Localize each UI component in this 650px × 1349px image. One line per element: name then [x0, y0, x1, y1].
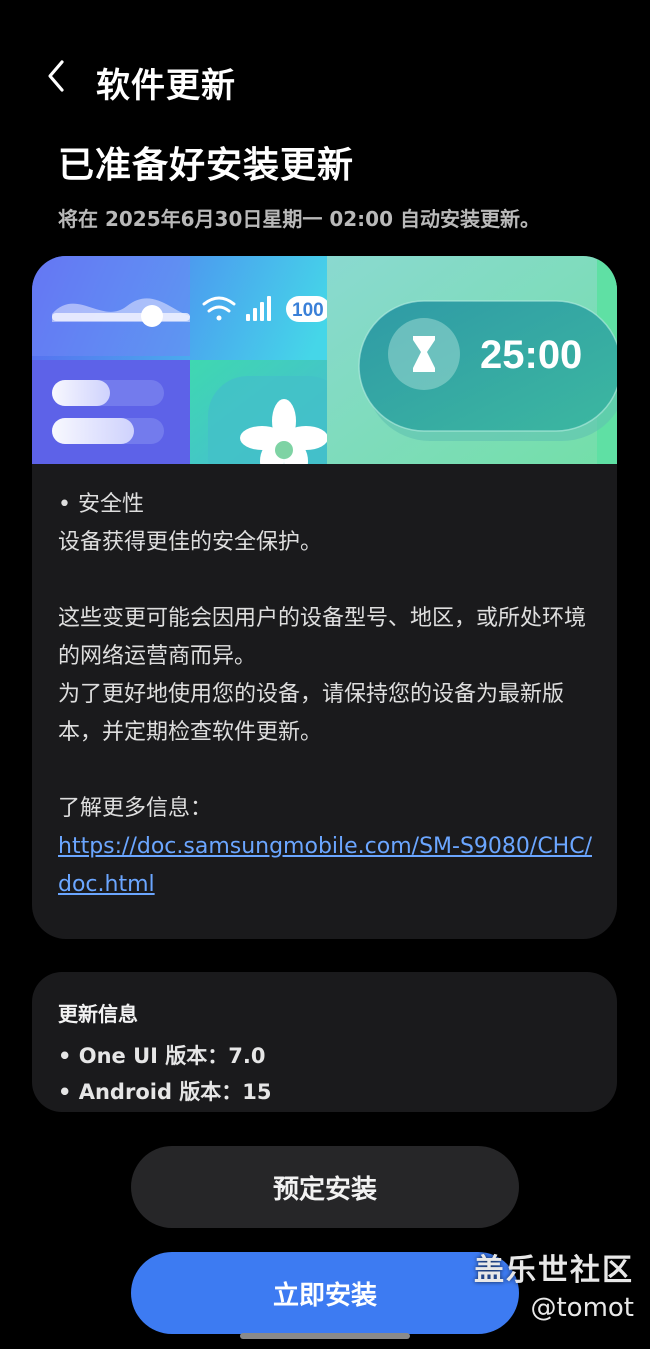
disclaimer-text-1: 这些变更可能会因用户的设备型号、地区，或所处环境的网络运营商而异。: [58, 606, 587, 669]
update-ready-title: 已准备好安装更新: [58, 145, 355, 186]
timer-text: 25:00: [480, 333, 582, 377]
update-banner-illustration: 100 25:00: [32, 256, 617, 464]
android-version: • Android 版本：15: [58, 1080, 272, 1104]
watermark-community: 盖乐世社区: [474, 1253, 634, 1288]
security-description: 设备获得更佳的安全保护。: [58, 530, 323, 555]
home-indicator[interactable]: [240, 1333, 410, 1339]
update-info-title: 更新信息: [58, 1002, 138, 1026]
app-header: 软件更新: [0, 40, 650, 120]
install-now-button[interactable]: 立即安装: [131, 1252, 519, 1334]
changelog-card: 100 25:00 • 安全性 设备获得更佳的安全保护。 这些变更可能会因用户的…: [32, 256, 617, 939]
page-title: 软件更新: [96, 66, 236, 106]
more-info-label: 了解更多信息：: [58, 796, 213, 821]
more-info-link[interactable]: https://doc.samsungmobile.com/SM-S9080/C…: [58, 828, 598, 904]
security-heading: • 安全性: [58, 492, 144, 517]
update-info-card: 更新信息 • One UI 版本：7.0 • Android 版本：15: [32, 972, 617, 1112]
watermark-username: @tomot: [530, 1293, 634, 1323]
disclaimer-text-2: 为了更好地使用您的设备，请保持您的设备为最新版本，并定期检查软件更新。: [58, 682, 565, 745]
back-button[interactable]: [38, 54, 78, 98]
battery-level-text: 100: [292, 300, 324, 321]
auto-install-schedule-text: 将在 2025年6月30日星期一 02:00 自动安装更新。: [58, 207, 540, 231]
chevron-left-icon: [48, 60, 64, 92]
one-ui-version: • One UI 版本：7.0: [58, 1044, 266, 1068]
schedule-install-button[interactable]: 预定安装: [131, 1146, 519, 1228]
changelog-content: • 安全性 设备获得更佳的安全保护。 这些变更可能会因用户的设备型号、地区，或所…: [58, 486, 598, 904]
